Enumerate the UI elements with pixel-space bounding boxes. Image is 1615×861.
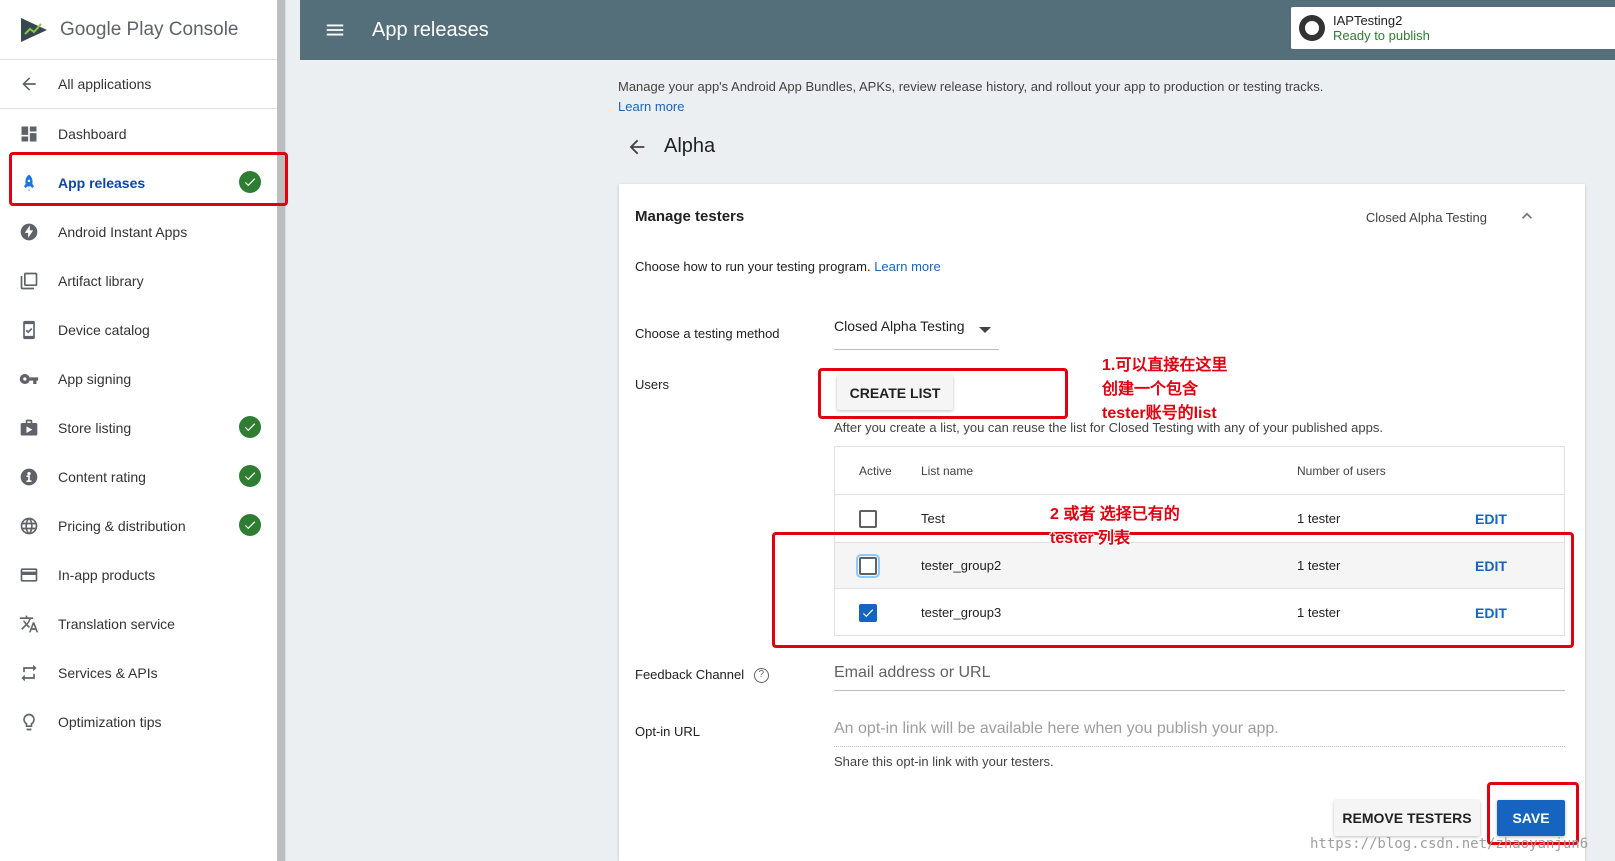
sidebar-item-artifact-library[interactable]: Artifact library bbox=[0, 256, 285, 305]
column-number-of-users: Number of users bbox=[1297, 463, 1386, 478]
sidebar-item-label: Pricing & distribution bbox=[58, 517, 186, 534]
list-name: Test bbox=[921, 511, 945, 526]
annotation-line: tester账号的list bbox=[1102, 405, 1217, 422]
sidebar-item-label: App signing bbox=[58, 370, 132, 387]
testing-method-select[interactable]: Closed Alpha Testing bbox=[834, 318, 999, 350]
user-count: 1 tester bbox=[1297, 511, 1341, 526]
app-icon bbox=[1299, 15, 1325, 41]
header-title: App releases bbox=[372, 18, 489, 41]
api-icon bbox=[18, 662, 40, 684]
check-circle-icon bbox=[239, 514, 261, 536]
sidebar-item-label: Translation service bbox=[58, 615, 175, 632]
watermark: https://blog.csdn.net/zhaoyanjun6 bbox=[1310, 836, 1589, 852]
arrow-left-icon bbox=[18, 73, 40, 95]
optin-url-help: Share this opt-in link with your testers… bbox=[834, 754, 1054, 769]
annotation-line: 创建一个包含 bbox=[1102, 381, 1199, 398]
intro-description: Manage your app's Android App Bundles, A… bbox=[618, 79, 1324, 94]
app-status: Ready to publish bbox=[1333, 28, 1430, 43]
device-icon bbox=[18, 319, 40, 341]
sidebar-item-label: Content rating bbox=[58, 468, 146, 485]
remove-testers-button[interactable]: REMOVE TESTERS bbox=[1334, 800, 1480, 836]
sidebar-item-app-signing[interactable]: App signing bbox=[0, 354, 285, 403]
sidebar-item-label: Store listing bbox=[58, 419, 132, 436]
intro-text: Manage your app's Android App Bundles, A… bbox=[618, 77, 1378, 117]
annotation-note-2: 2 或者 选择已有的 tester 列表 bbox=[1050, 503, 1180, 551]
brand-name: Google Play Console bbox=[60, 18, 239, 40]
annotation-highlight-create-list bbox=[818, 368, 1068, 419]
sidebar-item-content-rating[interactable]: Content rating bbox=[0, 452, 285, 501]
testing-method-label: Choose a testing method bbox=[635, 326, 780, 341]
sidebar-item-services-apis[interactable]: Services & APIs bbox=[0, 648, 285, 697]
feedback-channel-text: Feedback Channel bbox=[635, 667, 745, 682]
edit-link[interactable]: EDIT bbox=[1475, 511, 1507, 527]
sidebar-item-all-applications[interactable]: All applications bbox=[0, 60, 285, 109]
app-name: IAPTesting2 bbox=[1333, 13, 1403, 28]
column-list-name: List name bbox=[921, 463, 974, 478]
optin-url-label: Opt-in URL bbox=[635, 724, 701, 739]
annotation-line: 1.可以直接在这里 bbox=[1102, 357, 1228, 374]
sidebar: Google Play Console All applications Das… bbox=[0, 0, 286, 861]
store-icon bbox=[18, 417, 40, 439]
page-title: Alpha bbox=[664, 135, 716, 157]
annotation-line: tester 列表 bbox=[1050, 530, 1131, 547]
sidebar-item-label: Optimization tips bbox=[58, 713, 162, 730]
optin-url-field: An opt-in link will be available here wh… bbox=[834, 720, 1565, 747]
sidebar-item-android-instant-apps[interactable]: Android Instant Apps bbox=[0, 207, 285, 256]
check-circle-icon bbox=[239, 465, 261, 487]
sidebar-item-in-app-products[interactable]: In-app products bbox=[0, 550, 285, 599]
back-arrow-icon[interactable] bbox=[626, 136, 648, 158]
intro-learn-more-link[interactable]: Learn more bbox=[618, 97, 1378, 117]
sidebar-item-optimization-tips[interactable]: Optimization tips bbox=[0, 697, 285, 746]
annotation-line: 2 或者 选择已有的 bbox=[1050, 506, 1180, 523]
column-active: Active bbox=[859, 463, 892, 478]
sidebar-scrollbar[interactable] bbox=[277, 0, 285, 861]
card-learn-more-link[interactable]: Learn more bbox=[874, 259, 940, 274]
dashboard-icon bbox=[18, 123, 40, 145]
check-circle-icon bbox=[239, 416, 261, 438]
lightbulb-icon bbox=[18, 711, 40, 733]
annotation-highlight-app-releases bbox=[9, 152, 288, 206]
sidebar-item-translation-service[interactable]: Translation service bbox=[0, 599, 285, 648]
card-description-text: Choose how to run your testing program. bbox=[635, 259, 871, 274]
card-title: Manage testers bbox=[635, 208, 745, 225]
testing-method-value: Closed Alpha Testing bbox=[834, 318, 965, 334]
sidebar-item-dashboard[interactable]: Dashboard bbox=[0, 109, 285, 158]
sidebar-item-pricing-distribution[interactable]: Pricing & distribution bbox=[0, 501, 285, 550]
sidebar-item-label: Artifact library bbox=[58, 272, 144, 289]
users-label: Users bbox=[635, 377, 669, 392]
annotation-note-1: 1.可以直接在这里 创建一个包含 tester账号的list bbox=[1102, 354, 1227, 426]
dropdown-arrow-icon bbox=[979, 327, 991, 333]
card-description: Choose how to run your testing program. … bbox=[635, 259, 941, 274]
table-header: Active List name Number of users bbox=[835, 447, 1564, 495]
sidebar-item-label: Device catalog bbox=[58, 321, 150, 338]
play-console-logo-icon bbox=[21, 17, 47, 42]
sidebar-item-label: All applications bbox=[58, 76, 152, 92]
sidebar-item-label: Dashboard bbox=[58, 125, 127, 142]
chevron-up-icon[interactable] bbox=[1517, 206, 1537, 226]
sidebar-item-store-listing[interactable]: Store listing bbox=[0, 403, 285, 452]
sidebar-item-label: Services & APIs bbox=[58, 664, 158, 681]
page-header: Alpha bbox=[626, 135, 715, 158]
feedback-channel-input[interactable]: Email address or URL bbox=[834, 664, 1565, 691]
app-selector[interactable]: IAPTesting2 Ready to publish bbox=[1291, 7, 1615, 49]
feedback-channel-label: Feedback Channel ? bbox=[635, 667, 769, 684]
rating-icon bbox=[18, 466, 40, 488]
top-header: App releases IAPTesting2 Ready to publis… bbox=[300, 0, 1615, 60]
sidebar-item-label: In-app products bbox=[58, 566, 156, 583]
globe-icon bbox=[18, 515, 40, 537]
brand-header[interactable]: Google Play Console bbox=[0, 0, 285, 60]
card-subtitle: Closed Alpha Testing bbox=[1365, 210, 1487, 225]
sidebar-item-device-catalog[interactable]: Device catalog bbox=[0, 305, 285, 354]
card-icon bbox=[18, 564, 40, 586]
row-checkbox[interactable] bbox=[859, 509, 877, 528]
sidebar-item-label: Android Instant Apps bbox=[58, 223, 188, 240]
menu-icon[interactable] bbox=[324, 19, 346, 41]
key-icon bbox=[18, 368, 40, 390]
library-icon bbox=[18, 270, 40, 292]
translate-icon bbox=[18, 613, 40, 635]
help-icon[interactable]: ? bbox=[753, 668, 769, 684]
bolt-icon bbox=[18, 221, 40, 243]
